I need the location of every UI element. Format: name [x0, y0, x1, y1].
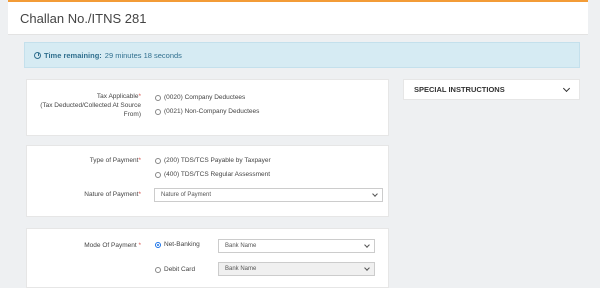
- select-value: Nature of Payment: [161, 192, 212, 198]
- chevron-down-icon: [372, 191, 378, 197]
- radio-label: (400) TDS/TCS Regular Assessment: [164, 171, 271, 178]
- tax-applicable-panel: Tax Applicable* (Tax Deducted/Collected …: [26, 79, 389, 136]
- time-remaining-banner: Time remaining: 29 minutes 18 seconds: [24, 42, 580, 68]
- special-instructions-label: SPECIAL INSTRUCTIONS: [414, 85, 505, 94]
- radio-tds-payable-by-taxpayer[interactable]: (200) TDS/TCS Payable by Taxpayer: [155, 157, 271, 164]
- radio-circle[interactable]: [155, 266, 161, 273]
- required-mark: *: [138, 191, 141, 198]
- tax-applicable-label: Tax Applicable* (Tax Deducted/Collected …: [29, 92, 141, 119]
- radio-label: (200) TDS/TCS Payable by Taxpayer: [164, 157, 271, 164]
- special-instructions-toggle[interactable]: SPECIAL INSTRUCTIONS: [403, 79, 580, 100]
- radio-circle[interactable]: [155, 108, 161, 115]
- radio-tds-regular-assessment[interactable]: (400) TDS/TCS Regular Assessment: [155, 171, 270, 178]
- type-of-payment-label-text: Type of Payment: [89, 157, 139, 164]
- net-banking-bank-select[interactable]: Bank Name: [218, 239, 375, 253]
- type-of-payment-label: Type of Payment*: [29, 156, 141, 165]
- radio-label: (0020) Company Deductees: [164, 94, 246, 101]
- radio-company-deductees[interactable]: (0020) Company Deductees: [155, 94, 245, 101]
- tax-applicable-label-text: Tax Applicable: [96, 93, 139, 100]
- page-title: Challan No./ITNS 281: [20, 10, 147, 26]
- radio-label: Net-Banking: [164, 241, 200, 248]
- clock-icon: [34, 51, 41, 59]
- mode-of-payment-label-text: Mode Of Payment: [84, 242, 137, 249]
- payment-type-panel: Type of Payment* (200) TDS/TCS Payable b…: [26, 145, 389, 217]
- radio-non-company-deductees[interactable]: (0021) Non-Company Deductees: [155, 108, 259, 115]
- radio-label: (0021) Non-Company Deductees: [164, 108, 260, 115]
- payment-mode-panel: Mode Of Payment * Net-Banking Bank Name …: [26, 228, 389, 288]
- radio-circle[interactable]: [155, 241, 161, 248]
- chevron-down-icon: [364, 242, 370, 248]
- debit-card-bank-select[interactable]: Bank Name: [218, 262, 375, 276]
- tax-applicable-sublabel: (Tax Deducted/Collected At Source From): [40, 102, 141, 119]
- nature-of-payment-label-text: Nature of Payment: [84, 191, 139, 198]
- time-remaining-label: Time remaining:: [44, 50, 102, 60]
- select-value: Bank Name: [225, 243, 257, 249]
- page-header: Challan No./ITNS 281: [8, 2, 588, 35]
- radio-circle[interactable]: [155, 94, 161, 101]
- required-mark: *: [138, 93, 141, 100]
- nature-of-payment-select[interactable]: Nature of Payment: [154, 188, 383, 202]
- time-remaining-value: 29 minutes 18 seconds: [104, 50, 182, 60]
- required-mark: *: [138, 157, 141, 164]
- radio-circle[interactable]: [155, 157, 161, 164]
- mode-of-payment-label: Mode Of Payment *: [29, 241, 141, 250]
- radio-label: Debit Card: [164, 266, 196, 273]
- required-mark: *: [138, 242, 141, 249]
- chevron-down-icon: [364, 265, 370, 271]
- radio-debit-card[interactable]: Debit Card: [155, 266, 195, 273]
- nature-of-payment-label: Nature of Payment*: [29, 190, 141, 199]
- chevron-down-icon: [562, 84, 571, 92]
- radio-circle[interactable]: [155, 171, 161, 178]
- select-value: Bank Name: [225, 266, 257, 272]
- radio-net-banking[interactable]: Net-Banking: [155, 241, 200, 248]
